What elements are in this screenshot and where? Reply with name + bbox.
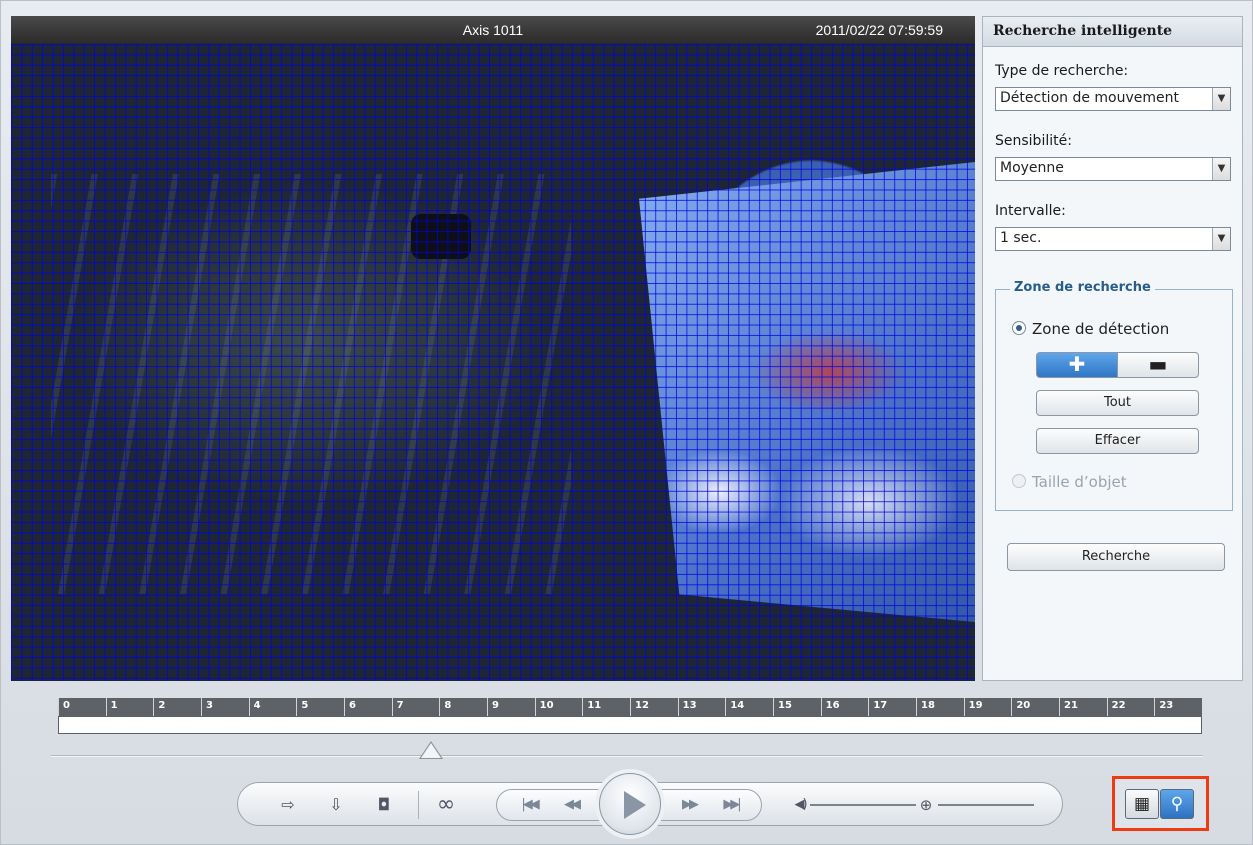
hour-label: 6 [344,698,392,716]
interval-select[interactable]: 1 sec. ▼ [995,227,1231,251]
volume-icon[interactable]: ◀) [788,793,812,817]
detection-zone-radio[interactable] [1012,321,1026,335]
search-button[interactable]: Recherche [1007,543,1225,571]
search-zone-group: Zone de recherche Zone de détection ✚ ▬ … [995,280,1233,511]
hour-label: 7 [391,698,440,716]
hour-label: 20 [1011,698,1059,716]
hour-label: 23 [1154,698,1202,716]
interval-label: Intervalle: [995,203,1066,219]
hour-label: 19 [963,698,1012,716]
hour-label: 3 [201,698,249,716]
hour-label: 17 [868,698,916,716]
download-icon[interactable]: ⇩ [324,793,348,817]
hour-label: 14 [725,698,773,716]
hour-label: 16 [820,698,869,716]
film-icon[interactable]: ▦ [1125,789,1159,819]
control-bar: ⇨ ⇩ ◘ ∞ |◀◀ ◀◀ ▶▶ ▶▶| ◀) ⊕ [237,773,1063,835]
video-viewer[interactable]: Axis 1011 2011/02/22 07:59:59 [11,16,975,681]
interval-value: 1 sec. [1000,230,1042,246]
hour-label: 21 [1059,698,1107,716]
video-header: Axis 1011 2011/02/22 07:59:59 [11,16,975,44]
playback-slider-thumb[interactable] [419,741,444,759]
clear-zone-button[interactable]: Effacer [1036,428,1199,454]
select-all-button[interactable]: Tout [1036,390,1199,416]
detection-zone-option[interactable]: Zone de détection [1012,320,1169,338]
search-type-select[interactable]: Détection de mouvement ▼ [995,87,1231,111]
hour-label: 0 [58,698,106,716]
sensitivity-select[interactable]: Moyenne ▼ [995,157,1231,181]
zoom-icon[interactable]: ⊕ [914,793,938,817]
play-icon [624,791,646,819]
playback-slider-track[interactable] [51,755,1203,757]
hour-label: 22 [1106,698,1155,716]
divider [418,791,419,819]
search-type-value: Détection de mouvement [1000,90,1179,106]
last-frame-button[interactable]: ▶▶| [711,792,751,818]
hour-label: 1 [105,698,154,716]
hour-label: 11 [582,698,630,716]
hour-label: 4 [248,698,297,716]
camera-snapshot-icon[interactable]: ◘ [372,793,396,817]
hour-label: 18 [916,698,964,716]
zoom-slider[interactable] [938,804,1034,806]
chevron-down-icon: ▼ [1212,228,1230,250]
hour-label: 9 [487,698,535,716]
hour-label: 13 [677,698,726,716]
video-timestamp: 2011/02/22 07:59:59 [815,22,943,38]
link-icon[interactable]: ∞ [434,793,458,817]
hour-label: 15 [773,698,821,716]
object-size-option[interactable]: Taille d’objet [1012,473,1127,491]
play-button[interactable] [599,773,661,835]
hour-label: 10 [534,698,583,716]
view-mode-buttons: ▦ ⚲ [1112,776,1209,831]
search-zone-legend: Zone de recherche [1010,280,1155,295]
export-icon[interactable]: ⇨ [276,793,300,817]
hour-label: 8 [439,698,487,716]
object-size-label: Taille d’objet [1032,473,1127,491]
fast-forward-button[interactable]: ▶▶ [669,792,709,818]
remove-zone-button[interactable]: ▬ [1117,352,1199,378]
timeline-track[interactable] [58,716,1202,734]
search-type-label: Type de recherche: [995,63,1129,79]
chevron-down-icon: ▼ [1212,158,1230,180]
first-frame-button[interactable]: |◀◀ [509,792,549,818]
volume-slider[interactable] [810,804,916,806]
add-zone-button[interactable]: ✚ [1036,352,1118,378]
hour-label: 5 [296,698,344,716]
sensitivity-value: Moyenne [1000,160,1064,176]
surveillance-player: Axis 1011 2011/02/22 07:59:59 Recherche … [0,0,1253,845]
smart-search-panel: Recherche intelligente Type de recherche… [982,16,1243,681]
hour-ruler: 0 1 2 3 4 5 6 7 8 9 10 11 12 13 14 15 16 17 18 19 20 21 22 23 [58,698,1202,716]
hour-label: 12 [630,698,678,716]
chevron-down-icon: ▼ [1212,88,1230,110]
detection-grid-overlay[interactable] [11,44,975,681]
search-icon[interactable]: ⚲ [1160,789,1194,819]
panel-title: Recherche intelligente [983,17,1242,47]
detection-zone-label: Zone de détection [1032,320,1170,338]
timeline[interactable]: 0 1 2 3 4 5 6 7 8 9 10 11 12 13 14 15 16 17 18 19 20 21 22 23 [58,698,1202,736]
rewind-button[interactable]: ◀◀ [551,792,591,818]
sensitivity-label: Sensibilité: [995,133,1072,149]
hour-label: 2 [153,698,201,716]
object-size-radio[interactable] [1012,474,1026,488]
